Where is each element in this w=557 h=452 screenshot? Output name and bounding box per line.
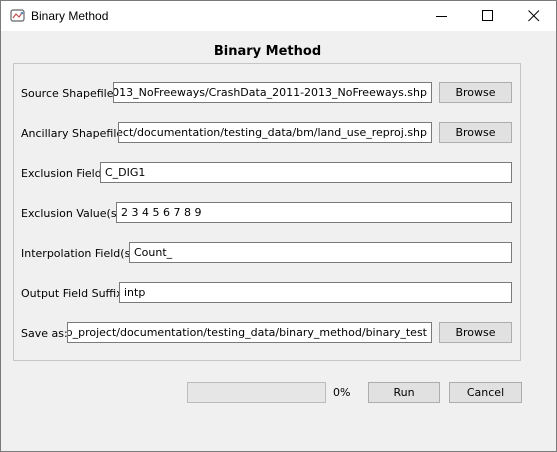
window-title: Binary Method xyxy=(31,9,109,23)
exclusion-values-label: Exclusion Value(s): xyxy=(21,207,125,220)
source-shapefile-input[interactable]: 011_2013_NoFreeways/CrashData_2011-2013_… xyxy=(113,82,432,103)
title-bar[interactable]: Binary Method xyxy=(1,1,556,31)
interpolation-fields-input[interactable]: Count_ xyxy=(129,242,512,263)
save-as-browse-button[interactable]: Browse xyxy=(439,322,512,343)
ancillary-shapefile-input[interactable]: p_project/documentation/testing_data/bm/… xyxy=(118,122,432,143)
ancillary-browse-button[interactable]: Browse xyxy=(439,122,512,143)
source-shapefile-label: Source Shapefile: xyxy=(21,87,118,100)
maximize-icon xyxy=(482,10,493,21)
dialog-heading: Binary Method xyxy=(213,44,322,59)
progress-bar xyxy=(187,382,326,403)
maximize-button[interactable] xyxy=(465,1,511,31)
qgis-plugin-icon xyxy=(10,9,26,23)
minimize-icon xyxy=(436,16,447,17)
close-icon xyxy=(528,10,540,22)
ancillary-shapefile-value: p_project/documentation/testing_data/bm/… xyxy=(119,126,427,139)
run-button[interactable]: Run xyxy=(368,382,440,403)
source-shapefile-value: 011_2013_NoFreeways/CrashData_2011-2013_… xyxy=(113,86,427,99)
exclusion-values-input[interactable]: 2 3 4 5 6 7 8 9 xyxy=(116,202,512,223)
save-as-input[interactable]: atial_intp_project/documentation/testing… xyxy=(67,322,432,343)
minimize-button[interactable] xyxy=(419,1,465,31)
source-browse-button[interactable]: Browse xyxy=(439,82,512,103)
binary-method-dialog: Binary Method Binary Method Source Shape… xyxy=(0,0,557,452)
close-button[interactable] xyxy=(511,1,557,31)
output-suffix-input[interactable]: intp xyxy=(119,282,512,303)
ancillary-shapefile-label: Ancillary Shapefile: xyxy=(21,127,127,140)
interpolation-fields-label: Interpolation Field(s): xyxy=(21,247,139,260)
progress-percent: 0% xyxy=(333,386,351,399)
exclusion-field-label: Exclusion Field: xyxy=(21,167,106,180)
output-suffix-label: Output Field Suffix: xyxy=(21,287,127,300)
save-as-label: Save as: xyxy=(21,327,68,340)
exclusion-field-input[interactable]: C_DIG1 xyxy=(100,162,512,183)
save-as-value: atial_intp_project/documentation/testing… xyxy=(68,326,427,339)
cancel-button[interactable]: Cancel xyxy=(449,382,522,403)
